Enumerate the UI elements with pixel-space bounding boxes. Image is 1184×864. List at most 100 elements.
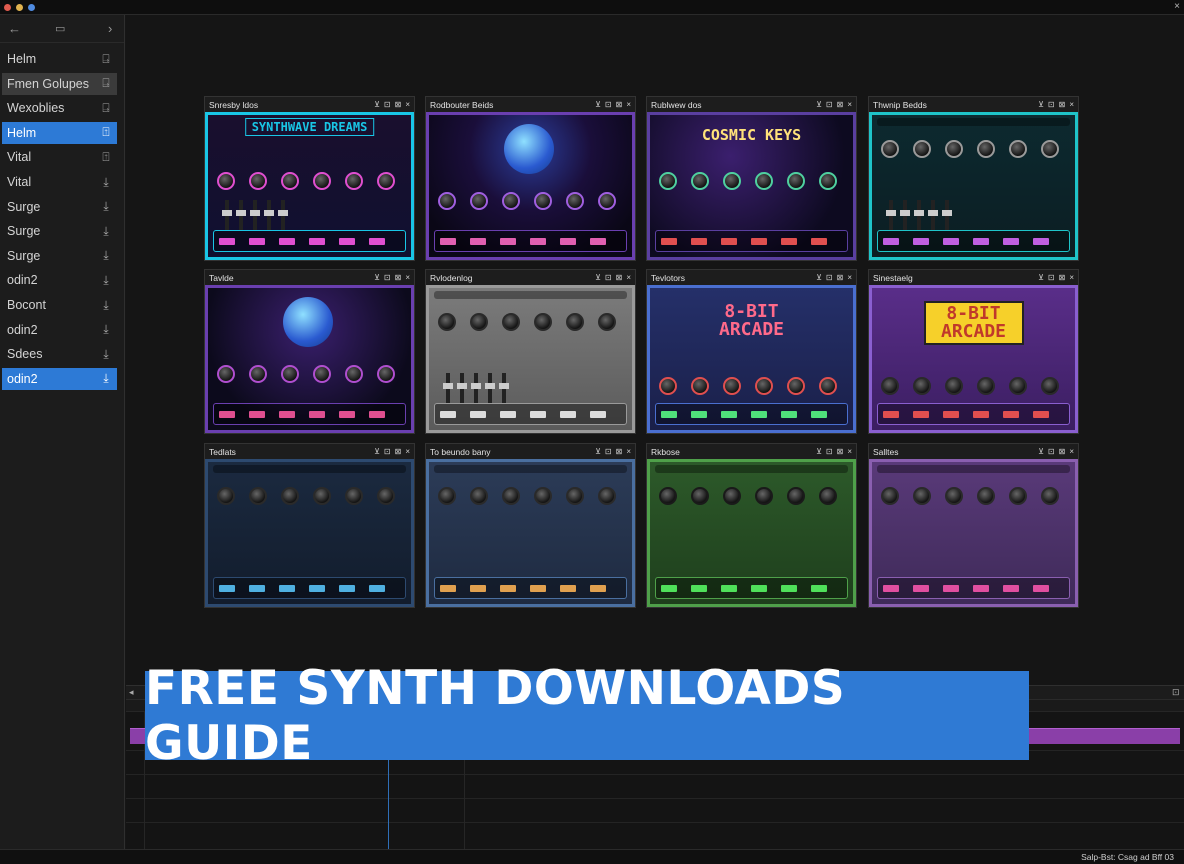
knob[interactable]: [881, 377, 899, 395]
plugin-window[interactable]: Rodbouter Beids ⊻ ⊡ ⊠ ×: [425, 96, 636, 261]
download-icon[interactable]: ⤓: [99, 371, 113, 386]
toggle-button[interactable]: [219, 585, 235, 592]
toggle-button[interactable]: [369, 411, 385, 418]
save-icon[interactable]: ⍈: [99, 76, 113, 91]
knob[interactable]: [281, 172, 299, 190]
knob[interactable]: [755, 377, 773, 395]
collapse-icon[interactable]: ⊻: [595, 100, 601, 109]
knob[interactable]: [502, 313, 520, 331]
toggle-button[interactable]: [369, 238, 385, 245]
save-icon[interactable]: ⍐: [99, 150, 113, 165]
copy-icon[interactable]: ⊠: [395, 100, 402, 109]
knob[interactable]: [1009, 377, 1027, 395]
fader[interactable]: [900, 200, 910, 230]
toggle-button[interactable]: [721, 585, 737, 592]
sidebar-item[interactable]: Surge ⤓: [2, 245, 117, 267]
sidebar-item[interactable]: Fmen Golupes ⍈: [2, 72, 117, 95]
toggle-button[interactable]: [309, 411, 325, 418]
knob[interactable]: [691, 377, 709, 395]
knob[interactable]: [313, 365, 331, 383]
sidebar-item[interactable]: Helm ⍐: [2, 121, 117, 144]
collapse-icon[interactable]: ◂: [129, 687, 134, 698]
knob[interactable]: [566, 313, 584, 331]
close-icon[interactable]: ×: [626, 100, 631, 109]
toggle-button[interactable]: [339, 411, 355, 418]
toggle-button[interactable]: [560, 585, 576, 592]
save-icon[interactable]: ⊡: [605, 100, 612, 109]
download-icon[interactable]: ⤓: [99, 224, 113, 239]
save-icon[interactable]: ⊡: [826, 100, 833, 109]
fader[interactable]: [886, 200, 896, 230]
synth-interface[interactable]: [869, 459, 1078, 607]
toggle-button[interactable]: [691, 585, 707, 592]
synth-interface[interactable]: SYNTHWAVE DREAMS: [205, 112, 414, 260]
collapse-icon[interactable]: ⊻: [816, 273, 822, 282]
close-icon[interactable]: ×: [405, 273, 410, 282]
knob[interactable]: [1009, 140, 1027, 158]
grid-icon[interactable]: ▭: [55, 22, 65, 35]
collapse-icon[interactable]: ⊻: [374, 273, 380, 282]
knob[interactable]: [659, 377, 677, 395]
sidebar-item[interactable]: Surge ⤓: [2, 196, 117, 218]
fader[interactable]: [457, 373, 467, 403]
plugin-window-titlebar[interactable]: Tavlde ⊻ ⊡ ⊠ ×: [205, 270, 414, 285]
knob[interactable]: [1009, 487, 1027, 505]
toggle-button[interactable]: [811, 238, 827, 245]
toggle-button[interactable]: [590, 238, 606, 245]
collapse-icon[interactable]: ⊻: [816, 100, 822, 109]
toggle-button[interactable]: [440, 585, 456, 592]
save-icon[interactable]: ⊡: [1048, 100, 1055, 109]
knob[interactable]: [977, 487, 995, 505]
toggle-button[interactable]: [590, 411, 606, 418]
knob[interactable]: [659, 172, 677, 190]
sidebar-item[interactable]: odin2 ⤓: [2, 367, 117, 390]
knob[interactable]: [945, 487, 963, 505]
knob[interactable]: [470, 487, 488, 505]
copy-icon[interactable]: ⊠: [616, 273, 623, 282]
knob[interactable]: [913, 140, 931, 158]
collapse-icon[interactable]: ⊻: [816, 447, 822, 456]
knob[interactable]: [787, 377, 805, 395]
knob[interactable]: [819, 377, 837, 395]
close-icon[interactable]: ×: [847, 273, 852, 282]
toggle-button[interactable]: [530, 585, 546, 592]
toggle-button[interactable]: [751, 238, 767, 245]
toggle-button[interactable]: [811, 411, 827, 418]
close-icon[interactable]: ×: [1069, 100, 1074, 109]
knob[interactable]: [787, 172, 805, 190]
knob[interactable]: [755, 172, 773, 190]
save-icon[interactable]: ⊡: [605, 273, 612, 282]
knob[interactable]: [598, 487, 616, 505]
toggle-button[interactable]: [943, 411, 959, 418]
knob[interactable]: [470, 313, 488, 331]
save-icon[interactable]: ⊡: [826, 447, 833, 456]
knob[interactable]: [249, 487, 267, 505]
fader[interactable]: [278, 200, 288, 230]
close-icon[interactable]: ×: [626, 447, 631, 456]
back-arrow-icon[interactable]: ←: [8, 21, 21, 36]
save-icon[interactable]: ⊡: [1048, 447, 1055, 456]
fader[interactable]: [236, 200, 246, 230]
collapse-icon[interactable]: ⊻: [374, 447, 380, 456]
knob[interactable]: [345, 487, 363, 505]
knob[interactable]: [723, 487, 741, 505]
fader[interactable]: [942, 200, 952, 230]
toggle-button[interactable]: [913, 238, 929, 245]
knob[interactable]: [819, 487, 837, 505]
save-icon[interactable]: ⊡: [384, 100, 391, 109]
knob[interactable]: [534, 313, 552, 331]
toggle-button[interactable]: [249, 238, 265, 245]
knob[interactable]: [723, 377, 741, 395]
synth-interface[interactable]: [205, 459, 414, 607]
knob[interactable]: [217, 365, 235, 383]
copy-icon[interactable]: ⊠: [395, 447, 402, 456]
copy-icon[interactable]: ⊠: [837, 273, 844, 282]
knob[interactable]: [313, 487, 331, 505]
knob[interactable]: [249, 365, 267, 383]
knob[interactable]: [691, 172, 709, 190]
toggle-button[interactable]: [369, 585, 385, 592]
synth-interface[interactable]: [205, 285, 414, 433]
toggle-button[interactable]: [781, 585, 797, 592]
toggle-button[interactable]: [279, 238, 295, 245]
sidebar-item[interactable]: odin2 ⤓: [2, 269, 117, 291]
